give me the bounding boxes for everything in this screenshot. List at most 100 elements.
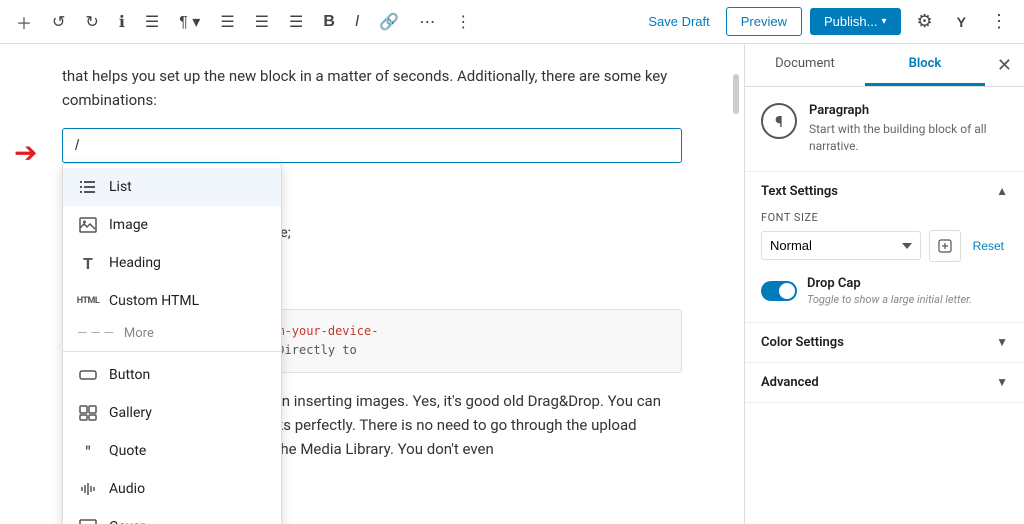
dropdown-image-label: Image: [109, 217, 148, 233]
drop-cap-description: Toggle to show a large initial letter.: [807, 293, 972, 306]
tab-document[interactable]: Document: [745, 44, 865, 86]
dropdown-item-cover[interactable]: Cover: [63, 508, 281, 524]
sidebar-tabs: Document Block ✕: [745, 44, 1024, 87]
advanced-title: Advanced: [761, 375, 819, 390]
block-type-name: Paragraph: [809, 103, 1008, 118]
block-type-description: Start with the building block of all nar…: [809, 121, 1008, 155]
overflow-button[interactable]: ⋮: [447, 6, 479, 38]
redo-button[interactable]: ↻: [77, 6, 106, 38]
link-button[interactable]: 🔗: [371, 6, 407, 38]
drop-cap-info: Drop Cap Toggle to show a large initial …: [807, 276, 972, 306]
more-options-button[interactable]: ⋯: [411, 6, 443, 38]
toolbar-right-group: Save Draft Preview Publish... ▾ ⚙ Y ⋮: [640, 5, 1016, 38]
bold-button[interactable]: B: [315, 7, 343, 37]
dropdown-quote-label: Quote: [109, 443, 146, 459]
color-settings-header[interactable]: Color Settings ▼: [745, 323, 1024, 362]
dropdown-item-gallery[interactable]: Gallery: [63, 394, 281, 432]
top-toolbar: ＋ ↺ ↻ ℹ ☰ ¶ ▾ ☰ ☰ ☰ B I 🔗 ⋯ ⋮ Save Draft…: [0, 0, 1024, 44]
dropdown-html-label: Custom HTML: [109, 293, 199, 309]
kebab-menu-button[interactable]: ⋮: [982, 5, 1016, 38]
align-left-button[interactable]: ☰: [212, 6, 242, 38]
dropdown-button-label: Button: [109, 367, 150, 383]
dropdown-cover-label: Cover: [109, 519, 145, 524]
save-draft-button[interactable]: Save Draft: [640, 8, 717, 35]
text-settings-header[interactable]: Text Settings ▲: [745, 172, 1024, 211]
block-input-wrapper: ➔: [62, 128, 682, 163]
dropdown-divider: [63, 351, 281, 352]
drop-cap-row: Drop Cap Toggle to show a large initial …: [761, 276, 1008, 306]
scrollbar-area: [732, 44, 740, 524]
dropdown-item-image[interactable]: Image: [63, 206, 281, 244]
text-settings-content: Font Size Normal Small Medium Large Huge: [745, 211, 1024, 322]
publish-button[interactable]: Publish... ▾: [810, 8, 901, 35]
dropdown-heading-label: Heading: [109, 255, 161, 271]
red-arrow-indicator: ➔: [14, 136, 37, 169]
heading-icon: T: [77, 252, 99, 274]
yoast-button[interactable]: Y: [949, 8, 974, 36]
italic-button[interactable]: I: [347, 7, 367, 37]
font-size-reset-button[interactable]: Reset: [969, 239, 1008, 253]
color-settings-title: Color Settings: [761, 335, 844, 350]
paragraph-style-button[interactable]: ¶ ▾: [171, 6, 208, 38]
color-settings-section: Color Settings ▼: [745, 323, 1024, 363]
drop-cap-toggle[interactable]: [761, 281, 797, 301]
publish-label: Publish...: [824, 14, 877, 29]
publish-arrow-icon: ▾: [881, 16, 886, 27]
editor-area[interactable]: that helps you set up the new block in a…: [0, 44, 744, 524]
color-settings-chevron-icon: ▼: [996, 335, 1008, 349]
sidebar-close-button[interactable]: ✕: [985, 47, 1024, 84]
tab-block[interactable]: Block: [865, 44, 985, 86]
advanced-chevron-icon: ▼: [996, 375, 1008, 389]
list-icon: [77, 176, 99, 198]
undo-button[interactable]: ↺: [44, 6, 73, 38]
button-icon: [77, 364, 99, 386]
audio-icon: [77, 478, 99, 500]
sidebar: Document Block ✕ ¶ Paragraph Start with …: [744, 44, 1024, 524]
font-size-row: Normal Small Medium Large Huge Reset: [761, 230, 1008, 262]
preview-button[interactable]: Preview: [726, 7, 802, 36]
dropdown-list-label: List: [109, 179, 132, 195]
html-icon: HTML: [77, 290, 99, 312]
more-dots-icon: ― ― ―: [77, 326, 114, 341]
dropdown-audio-label: Audio: [109, 481, 145, 497]
dropdown-item-heading[interactable]: T Heading: [63, 244, 281, 282]
block-type-dropdown: List Image T: [62, 163, 282, 524]
dropdown-item-custom-html[interactable]: HTML Custom HTML: [63, 282, 281, 320]
dropdown-more-label: More: [124, 326, 154, 341]
dropdown-item-audio[interactable]: Audio: [63, 470, 281, 508]
dropdown-item-quote[interactable]: " Quote: [63, 432, 281, 470]
text-settings-title: Text Settings: [761, 184, 838, 199]
font-size-select[interactable]: Normal Small Medium Large Huge: [761, 231, 921, 260]
settings-button[interactable]: ⚙: [909, 5, 941, 38]
list-view-button[interactable]: ☰: [137, 6, 167, 38]
block-text-input[interactable]: [62, 128, 682, 163]
dropdown-item-list[interactable]: List: [63, 168, 281, 206]
scrollbar-thumb[interactable]: [733, 74, 739, 114]
toggle-knob: [779, 283, 795, 299]
editor-content: that helps you set up the new block in a…: [62, 64, 682, 461]
drop-cap-label: Drop Cap: [807, 276, 972, 291]
block-info-text: Paragraph Start with the building block …: [809, 103, 1008, 155]
block-type-icon: ¶: [761, 103, 797, 139]
add-block-button[interactable]: ＋: [8, 4, 40, 40]
dropdown-item-more[interactable]: ― ― ― More: [63, 320, 281, 347]
dropdown-gallery-label: Gallery: [109, 405, 152, 421]
text-settings-section: Text Settings ▲ Font Size Normal Small M…: [745, 172, 1024, 323]
quote-icon: ": [77, 440, 99, 462]
editor-paragraph-before: that helps you set up the new block in a…: [62, 64, 682, 112]
font-size-custom-button[interactable]: [929, 230, 961, 262]
advanced-section: Advanced ▼: [745, 363, 1024, 403]
align-center-button[interactable]: ☰: [247, 6, 277, 38]
info-button[interactable]: ℹ: [111, 6, 133, 38]
image-icon: [77, 214, 99, 236]
gallery-icon: [77, 402, 99, 424]
text-settings-chevron-icon: ▲: [996, 184, 1008, 198]
font-size-label: Font Size: [761, 211, 1008, 224]
align-right-button[interactable]: ☰: [281, 6, 311, 38]
advanced-header[interactable]: Advanced ▼: [745, 363, 1024, 402]
main-layout: that helps you set up the new block in a…: [0, 44, 1024, 524]
toolbar-left-group: ＋ ↺ ↻ ℹ ☰ ¶ ▾ ☰ ☰ ☰ B I 🔗 ⋯ ⋮: [8, 4, 479, 40]
dropdown-item-button[interactable]: Button: [63, 356, 281, 394]
block-info-panel: ¶ Paragraph Start with the building bloc…: [745, 87, 1024, 172]
cover-icon: [77, 516, 99, 524]
